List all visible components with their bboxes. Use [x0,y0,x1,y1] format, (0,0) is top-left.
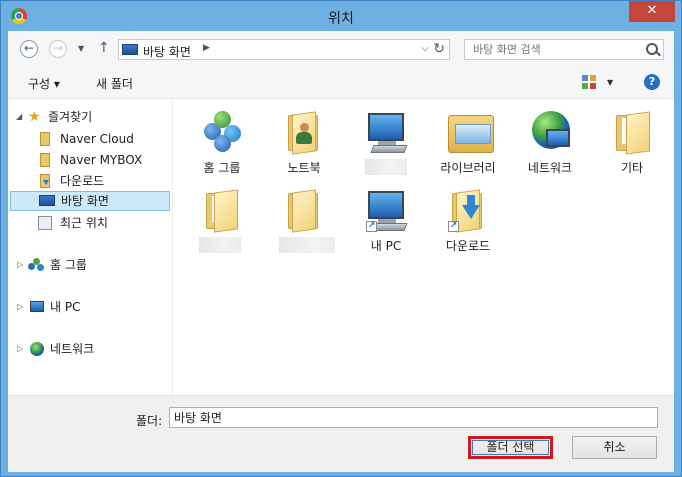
folder-picker-window: 위치 ✕ ← → ▼ ↑ 바탕 화면 ▶ ⌵ ↻ 구성 ▾ 새 폴더 [0,0,682,477]
item-label: 홈 그룹 [203,161,241,175]
nav-item-network[interactable]: ▷ 네트워크 [8,339,172,359]
expander-icon[interactable]: ▷ [17,339,23,359]
folder-field-label: 폴더: [136,414,163,428]
nav-item-label: 홈 그룹 [50,258,87,272]
star-icon: ★ [28,109,41,125]
computer-shortcut-icon: ↗ [366,187,408,233]
expander-icon[interactable]: ◢ [16,107,22,127]
back-button[interactable]: ← [20,40,38,58]
search-icon[interactable] [646,43,658,55]
nav-item-label: Naver MYBOX [60,153,143,167]
item-folder-1[interactable] [183,187,261,261]
breadcrumb-arrow-icon[interactable]: ▶ [203,43,210,53]
nav-item-label: Naver Cloud [60,132,134,146]
navigation-pane: ◢ ★ 즐겨찾기 Naver Cloud Naver MYBOX 다운로드 바탕… [8,99,173,395]
search-input[interactable] [471,42,635,57]
address-history-dropdown[interactable]: ⌵ [421,43,429,54]
downloads-folder-icon [40,174,50,188]
nav-item-this-pc[interactable]: ▷ 내 PC [8,297,172,317]
expander-icon[interactable]: ▷ [17,297,23,317]
new-folder-button[interactable]: 새 폴더 [96,75,133,92]
item-notebook[interactable]: 노트북 [265,109,343,183]
help-icon[interactable]: ? [644,74,660,90]
nav-item-homegroup[interactable]: ▷ 홈 그룹 [8,255,172,275]
dialog-body: ← → ▼ ↑ 바탕 화면 ▶ ⌵ ↻ 구성 ▾ 새 폴더 ▼ ? [8,31,674,472]
network-icon [30,342,44,356]
item-downloads[interactable]: ↗ 다운로드 [429,187,507,261]
view-options-dropdown[interactable]: ▼ [607,78,613,87]
item-label: 내 PC [370,239,402,253]
organize-button[interactable]: 구성 ▾ [28,75,60,92]
nav-item-downloads[interactable]: 다운로드 [8,171,172,191]
select-folder-button[interactable]: 폴더 선택 [468,436,553,459]
homegroup-icon [28,258,44,272]
folder-icon [40,132,50,146]
item-folder-2[interactable] [265,187,343,261]
item-homegroup[interactable]: 홈 그룹 [183,109,261,183]
folder-icon [40,153,50,167]
folder-icon [284,187,324,233]
item-label: 다운로드 [445,239,491,253]
recent-locations-dropdown[interactable]: ▼ [78,44,84,53]
view-options-icon[interactable] [582,75,596,89]
search-box[interactable] [464,39,664,60]
network-icon [530,109,570,155]
selection-panel: 폴더: 폴더 선택 취소 [8,395,674,472]
folder-content-area: 홈 그룹 노트북 라이브러리 네트워크 기타 ↗ 내 PC ↗ 다운로드 [173,99,674,395]
nav-item-label: 즐겨찾기 [48,110,93,124]
nav-item-label: 바탕 화면 [61,194,109,208]
command-bar: 구성 ▾ 새 폴더 ▼ ? [8,68,674,99]
item-libraries[interactable]: 라이브러리 [429,109,507,183]
navigation-bar: ← → ▼ ↑ 바탕 화면 ▶ ⌵ ↻ [8,31,674,68]
item-other[interactable]: 기타 [593,109,671,183]
window-title: 위치 [328,11,354,27]
cancel-button[interactable]: 취소 [572,436,657,459]
homegroup-icon [202,109,242,155]
nav-item-recent-places[interactable]: 최근 위치 [8,213,172,233]
item-network[interactable]: 네트워크 [511,109,589,183]
user-folder-icon [284,109,324,155]
nav-item-desktop[interactable]: 바탕 화면 [10,191,170,211]
item-computer[interactable] [347,109,425,183]
desktop-icon [122,44,138,55]
nav-item-label: 내 PC [50,300,81,314]
folder-icon [202,187,242,233]
folder-icon [612,109,652,155]
computer-icon [366,109,408,155]
library-icon [448,109,494,155]
address-path[interactable]: 바탕 화면 [143,43,191,60]
obscured-label [279,237,335,253]
downloads-shortcut-icon: ↗ [448,187,488,233]
item-label: 네트워크 [527,161,573,175]
computer-icon [30,301,44,312]
item-label: 노트북 [287,161,321,175]
refresh-button[interactable]: ↻ [433,41,445,57]
item-label: 기타 [620,161,644,175]
title-bar[interactable]: 위치 ✕ [1,1,681,31]
item-label: 라이브러리 [440,161,496,175]
obscured-label [199,237,241,253]
nav-item-label: 네트워크 [50,342,95,356]
nav-item-label: 다운로드 [60,174,105,188]
nav-item-favorites[interactable]: ◢ ★ 즐겨찾기 [8,107,172,127]
item-this-pc[interactable]: ↗ 내 PC [347,187,425,261]
close-button[interactable]: ✕ [629,1,675,22]
desktop-icon [39,195,55,206]
nav-item-naver-mybox[interactable]: Naver MYBOX [8,150,172,170]
obscured-label [365,159,407,175]
expander-icon[interactable]: ▷ [17,255,23,275]
up-folder-button[interactable]: ↑ [98,40,110,56]
address-bar[interactable]: 바탕 화면 ▶ ⌵ ↻ [118,39,450,60]
forward-button[interactable]: → [49,40,67,58]
recent-places-icon [38,216,52,230]
folder-name-field[interactable] [169,407,658,428]
nav-item-label: 최근 위치 [60,216,108,230]
nav-item-naver-cloud[interactable]: Naver Cloud [8,129,172,149]
